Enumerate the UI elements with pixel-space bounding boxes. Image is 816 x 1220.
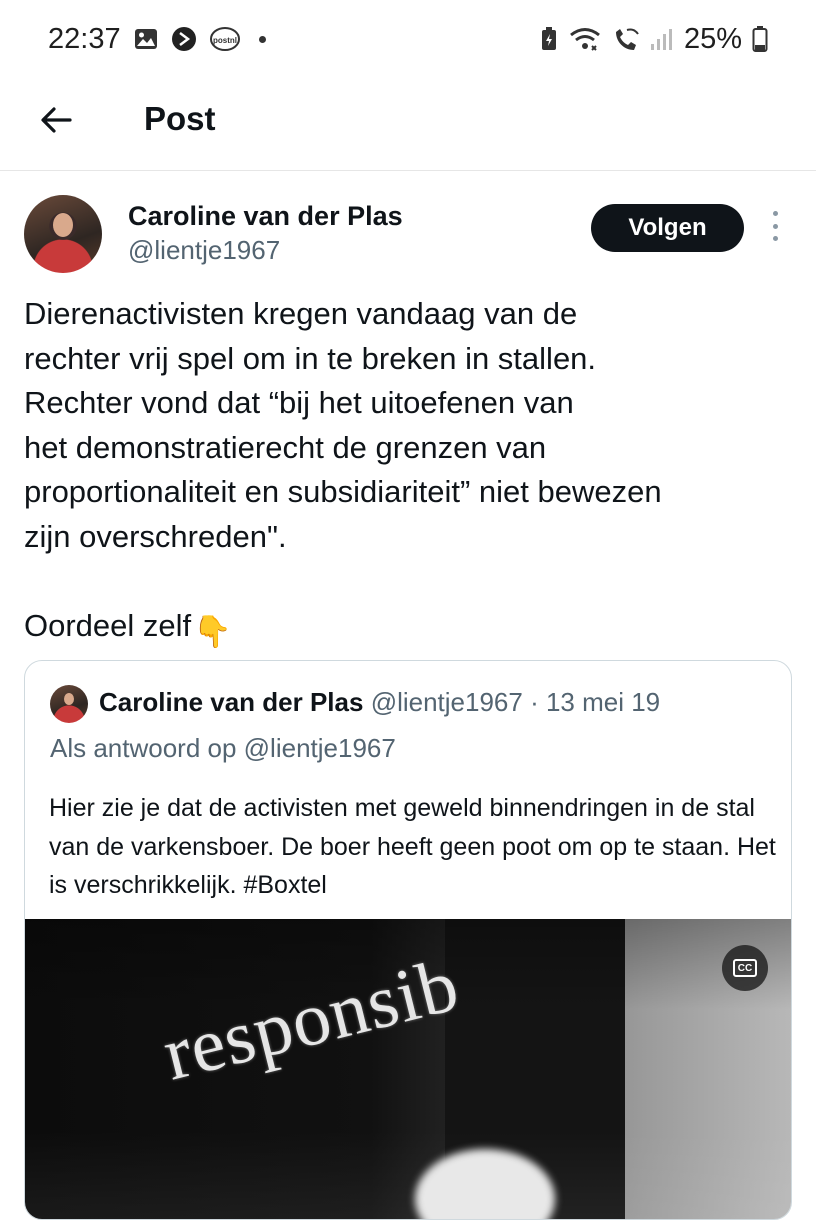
battery-percent: 25%	[683, 22, 742, 55]
battery-saver-icon	[540, 26, 558, 52]
post-text-2-label: Oordeel zelf	[24, 608, 192, 643]
postnl-icon: postnl	[209, 26, 241, 52]
app-icon	[171, 26, 197, 52]
avatar[interactable]	[24, 195, 102, 273]
top-bar: Post	[0, 78, 816, 171]
quote-meta: @lientje1967 · 13 mei 19	[370, 687, 661, 717]
pointing-down-emoji: 👇	[193, 614, 232, 649]
quote-video[interactable]: responsib CC	[25, 919, 791, 1219]
quote-author-name: Caroline van der Plas	[99, 687, 364, 717]
author-handle[interactable]: @lientje1967	[128, 235, 280, 266]
quote-header: Caroline van der Plas @lientje1967 · 13 …	[99, 687, 660, 718]
quoted-post[interactable]: Caroline van der Plas @lientje1967 · 13 …	[24, 660, 792, 1220]
quote-reply-to: Als antwoord op @lientje1967	[50, 733, 396, 763]
post-text-2: Oordeel zelf👇	[24, 604, 794, 654]
wifi-icon	[568, 26, 602, 52]
gallery-icon	[133, 26, 159, 52]
back-button[interactable]	[36, 100, 76, 140]
closed-captions-button[interactable]: CC	[722, 945, 768, 991]
page-title: Post	[144, 100, 216, 137]
more-options-icon[interactable]	[768, 211, 782, 241]
post-text: Dierenactivisten kregen vandaag van de r…	[24, 296, 662, 554]
post-author-row: Caroline van der Plas @lientje1967 Volge…	[24, 195, 794, 277]
cc-icon: CC	[733, 959, 757, 977]
status-bar: 22:37 postnl 25%	[0, 0, 816, 78]
signal-icon	[650, 26, 674, 52]
status-time: 22:37	[48, 22, 121, 55]
svg-text:postnl: postnl	[213, 36, 237, 45]
author-name[interactable]: Caroline van der Plas	[128, 201, 403, 232]
notification-dot	[258, 35, 266, 43]
battery-icon	[752, 25, 768, 53]
quote-avatar	[50, 685, 88, 723]
arrow-left-icon	[41, 107, 72, 133]
quote-text: Hier zie je dat de activisten met geweld…	[49, 794, 776, 899]
wifi-call-icon	[612, 26, 640, 52]
follow-button[interactable]: Volgen	[591, 204, 744, 252]
